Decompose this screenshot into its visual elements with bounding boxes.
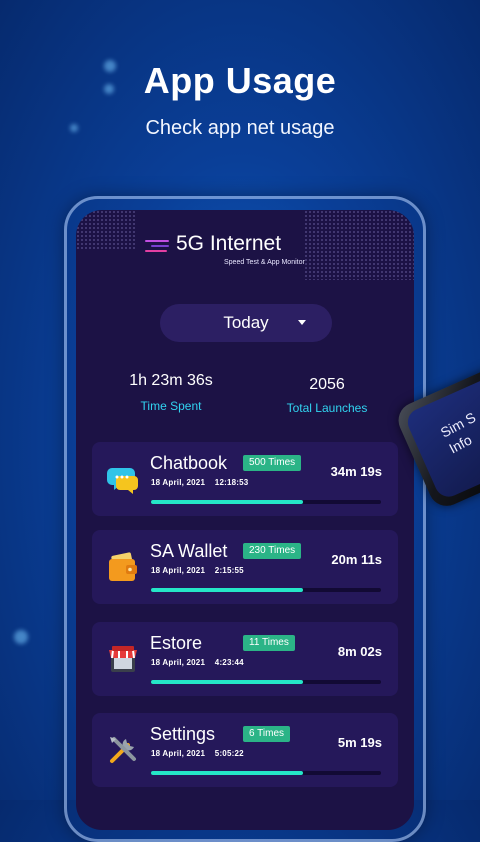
app-title: 5G Internet (176, 232, 282, 255)
dot-pattern (76, 210, 136, 250)
app-promo-screen: { "promo": { "headline": "App Usage", "s… (0, 0, 480, 842)
total-launches-label: Total Launches (286, 401, 368, 415)
usage-progress-fill (151, 588, 303, 592)
period-dropdown-label: Today (223, 313, 269, 332)
app-name: Settings (150, 724, 216, 744)
app-date: 18 April, 2021 (151, 478, 206, 487)
app-last-used: 18 April, 2021 5:05:22 (151, 749, 244, 758)
background-glow (14, 630, 28, 644)
app-usage-card[interactable]: Chatbook 500 Times 18 April, 2021 12:18:… (92, 442, 398, 516)
app-last-used: 18 April, 2021 12:18:53 (151, 478, 248, 487)
app-subtitle: Speed Test & App Monitor (224, 259, 305, 266)
app-name: Estore (150, 633, 203, 653)
app-time: 5:05:22 (214, 749, 244, 758)
app-duration: 5m 19s (337, 735, 382, 750)
app-name: SA Wallet (150, 541, 228, 561)
secondary-phone-text: Sim S Info (437, 408, 479, 457)
usage-progress-bar (151, 500, 381, 504)
app-date: 18 April, 2021 (151, 566, 206, 575)
app-last-used: 18 April, 2021 4:23:44 (151, 658, 244, 667)
app-duration: 20m 11s (331, 552, 382, 567)
launch-count-badge: 500 Times (243, 455, 302, 471)
usage-progress-fill (151, 771, 303, 775)
launch-count-badge: 6 Times (243, 726, 291, 742)
dot-pattern (304, 210, 414, 280)
app-usage-card[interactable]: Settings 6 Times 18 April, 2021 5:05:22 … (92, 713, 398, 787)
launch-count-badge: 230 Times (243, 543, 302, 559)
promo-headline: App Usage (143, 60, 337, 101)
total-launches-stat: 2056 Total Launches (272, 376, 382, 415)
usage-progress-bar (151, 771, 381, 775)
time-spent-stat: 1h 23m 36s Time Spent (116, 372, 226, 413)
app-duration: 34m 19s (330, 464, 382, 479)
app-date: 18 April, 2021 (151, 749, 206, 758)
wallet-icon (109, 552, 137, 581)
usage-progress-fill (151, 500, 303, 504)
app-name: Chatbook (150, 453, 228, 473)
promo-subline: Check app net usage (145, 117, 335, 139)
period-dropdown[interactable]: Today (160, 304, 332, 342)
app-duration: 8m 02s (337, 644, 382, 659)
total-launches-value: 2056 (309, 376, 345, 393)
app-usage-card[interactable]: Estore 11 Times 18 April, 2021 4:23:44 8… (92, 622, 398, 696)
app-last-used: 18 April, 2021 2:15:55 (151, 566, 244, 575)
usage-progress-bar (151, 680, 381, 684)
store-icon (109, 646, 137, 672)
usage-progress-fill (151, 680, 303, 684)
tools-icon (110, 737, 136, 763)
brand-logo-icon (145, 240, 169, 255)
chevron-down-icon (298, 320, 306, 325)
chat-bubbles-icon (107, 468, 138, 494)
phone-screen: 5G Internet Speed Test & App Monitor Tod… (76, 210, 414, 830)
time-spent-label: Time Spent (140, 399, 202, 413)
app-time: 12:18:53 (214, 478, 249, 487)
app-time: 4:23:44 (214, 658, 244, 667)
app-date: 18 April, 2021 (151, 658, 206, 667)
launch-count-badge: 11 Times (243, 635, 295, 651)
app-time: 2:15:55 (214, 566, 244, 575)
time-spent-value: 1h 23m 36s (129, 372, 213, 389)
app-usage-card[interactable]: SA Wallet 230 Times 18 April, 2021 2:15:… (92, 530, 398, 604)
usage-progress-bar (151, 588, 381, 592)
